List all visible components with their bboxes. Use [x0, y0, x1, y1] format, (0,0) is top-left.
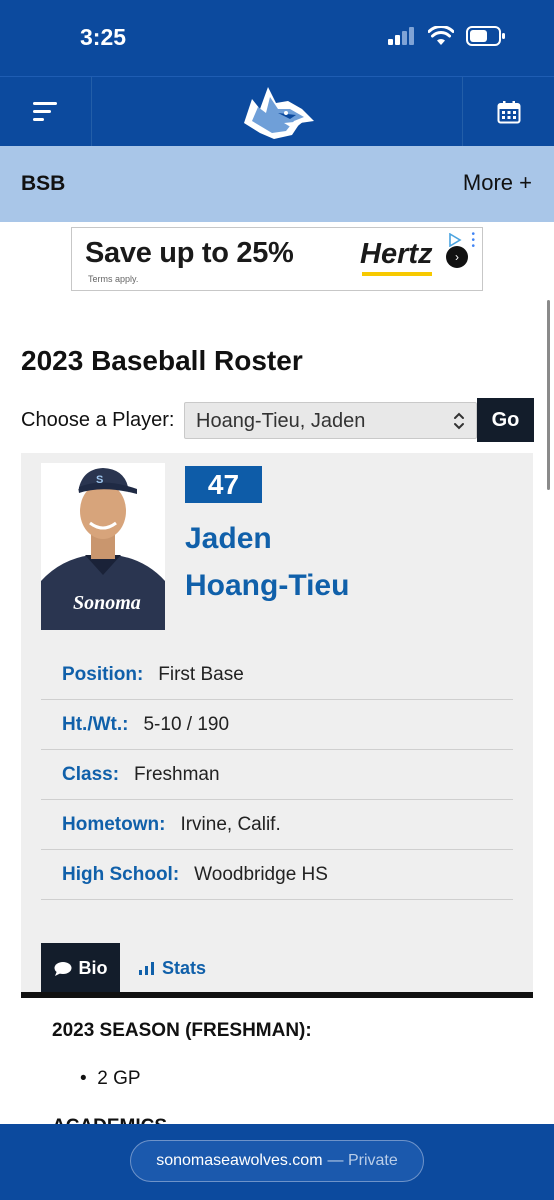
tab-stats[interactable]: Stats — [139, 943, 206, 994]
player-headshot: S Sonoma — [41, 463, 165, 630]
seawolf-logo[interactable] — [238, 79, 318, 145]
player-first-name: Jaden — [185, 522, 272, 555]
browser-bar: sonomaseawolves.com — Private — [0, 1124, 554, 1200]
jersey-number: 47 — [185, 466, 262, 503]
ad-choices-icon[interactable] — [448, 233, 462, 247]
app-header — [0, 76, 554, 147]
info-label: High School: — [62, 863, 180, 885]
info-row-class: Class: Freshman — [41, 750, 513, 800]
url-text: sonomaseawolves.com — [156, 1152, 323, 1169]
status-time: 3:25 — [80, 24, 127, 50]
ad-arrow-icon[interactable]: › — [446, 246, 468, 268]
info-row-hometown: Hometown: Irvine, Calif. — [41, 800, 513, 850]
ad-banner[interactable]: Save up to 25% Terms apply. Hertz › • • • — [71, 227, 483, 291]
menu-icon — [32, 102, 57, 121]
bio-list-item-text: 2 GP — [97, 1068, 141, 1089]
info-value: Woodbridge HS — [194, 863, 328, 885]
player-card: S Sonoma 47 Jaden Hoang-Tieu Position: F… — [21, 453, 533, 998]
tab-stats-label: Stats — [162, 958, 207, 978]
ad-headline: Save up to 25% — [85, 237, 294, 269]
ad-brand-underline — [362, 272, 432, 276]
ad-brand: Hertz — [360, 238, 433, 270]
tab-bio-label: Bio — [78, 958, 108, 978]
section-name[interactable]: BSB — [21, 172, 65, 196]
bar-chart-icon — [139, 962, 154, 975]
info-label: Class: — [62, 763, 120, 785]
ad-terms: Terms apply. — [88, 274, 139, 284]
info-row-high-school: High School: Woodbridge HS — [41, 850, 513, 900]
tab-bio[interactable]: Bio — [41, 943, 120, 994]
svg-text:S: S — [96, 474, 103, 486]
menu-button[interactable] — [0, 77, 92, 147]
battery-icon — [466, 26, 505, 46]
choose-player-label: Choose a Player: — [21, 409, 175, 431]
info-row-position: Position: First Base — [41, 650, 513, 700]
status-icons — [388, 26, 506, 46]
player-select[interactable]: Hoang-Tieu, Jaden — [184, 402, 477, 439]
url-bar[interactable]: sonomaseawolves.com — Private — [130, 1140, 424, 1182]
svg-text:Sonoma: Sonoma — [73, 592, 141, 614]
calendar-button[interactable] — [462, 77, 554, 147]
info-label: Position: — [62, 663, 144, 685]
bio-list-item: • 2 GP — [80, 1068, 141, 1089]
calendar-icon — [497, 101, 520, 124]
section-nav: BSB More + — [0, 146, 554, 222]
ad-menu-icon[interactable]: • • • — [471, 230, 475, 252]
info-value: 5-10 / 190 — [143, 713, 230, 735]
signal-icon — [388, 27, 414, 45]
info-value: First Base — [158, 663, 244, 685]
chevron-updown-icon — [454, 412, 464, 430]
tabs-underline — [21, 992, 533, 998]
bio-season-heading: 2023 SEASON (FRESHMAN): — [52, 1020, 312, 1041]
page-title: 2023 Baseball Roster — [21, 345, 303, 376]
player-last-name: Hoang-Tieu — [185, 569, 350, 602]
info-label: Hometown: — [62, 813, 166, 835]
status-bar: 3:25 — [0, 0, 554, 76]
info-value: Irvine, Calif. — [180, 813, 281, 835]
info-row-height-weight: Ht./Wt.: 5-10 / 190 — [41, 700, 513, 750]
info-label: Ht./Wt.: — [62, 713, 129, 735]
more-button[interactable]: More + — [463, 170, 532, 196]
scrollbar[interactable] — [547, 300, 550, 490]
private-label: — Private — [327, 1152, 398, 1169]
go-button[interactable]: Go — [477, 398, 534, 442]
wifi-icon — [428, 26, 454, 45]
speech-bubble-icon — [54, 961, 71, 976]
info-value: Freshman — [134, 763, 220, 785]
player-select-value: Hoang-Tieu, Jaden — [196, 410, 366, 432]
